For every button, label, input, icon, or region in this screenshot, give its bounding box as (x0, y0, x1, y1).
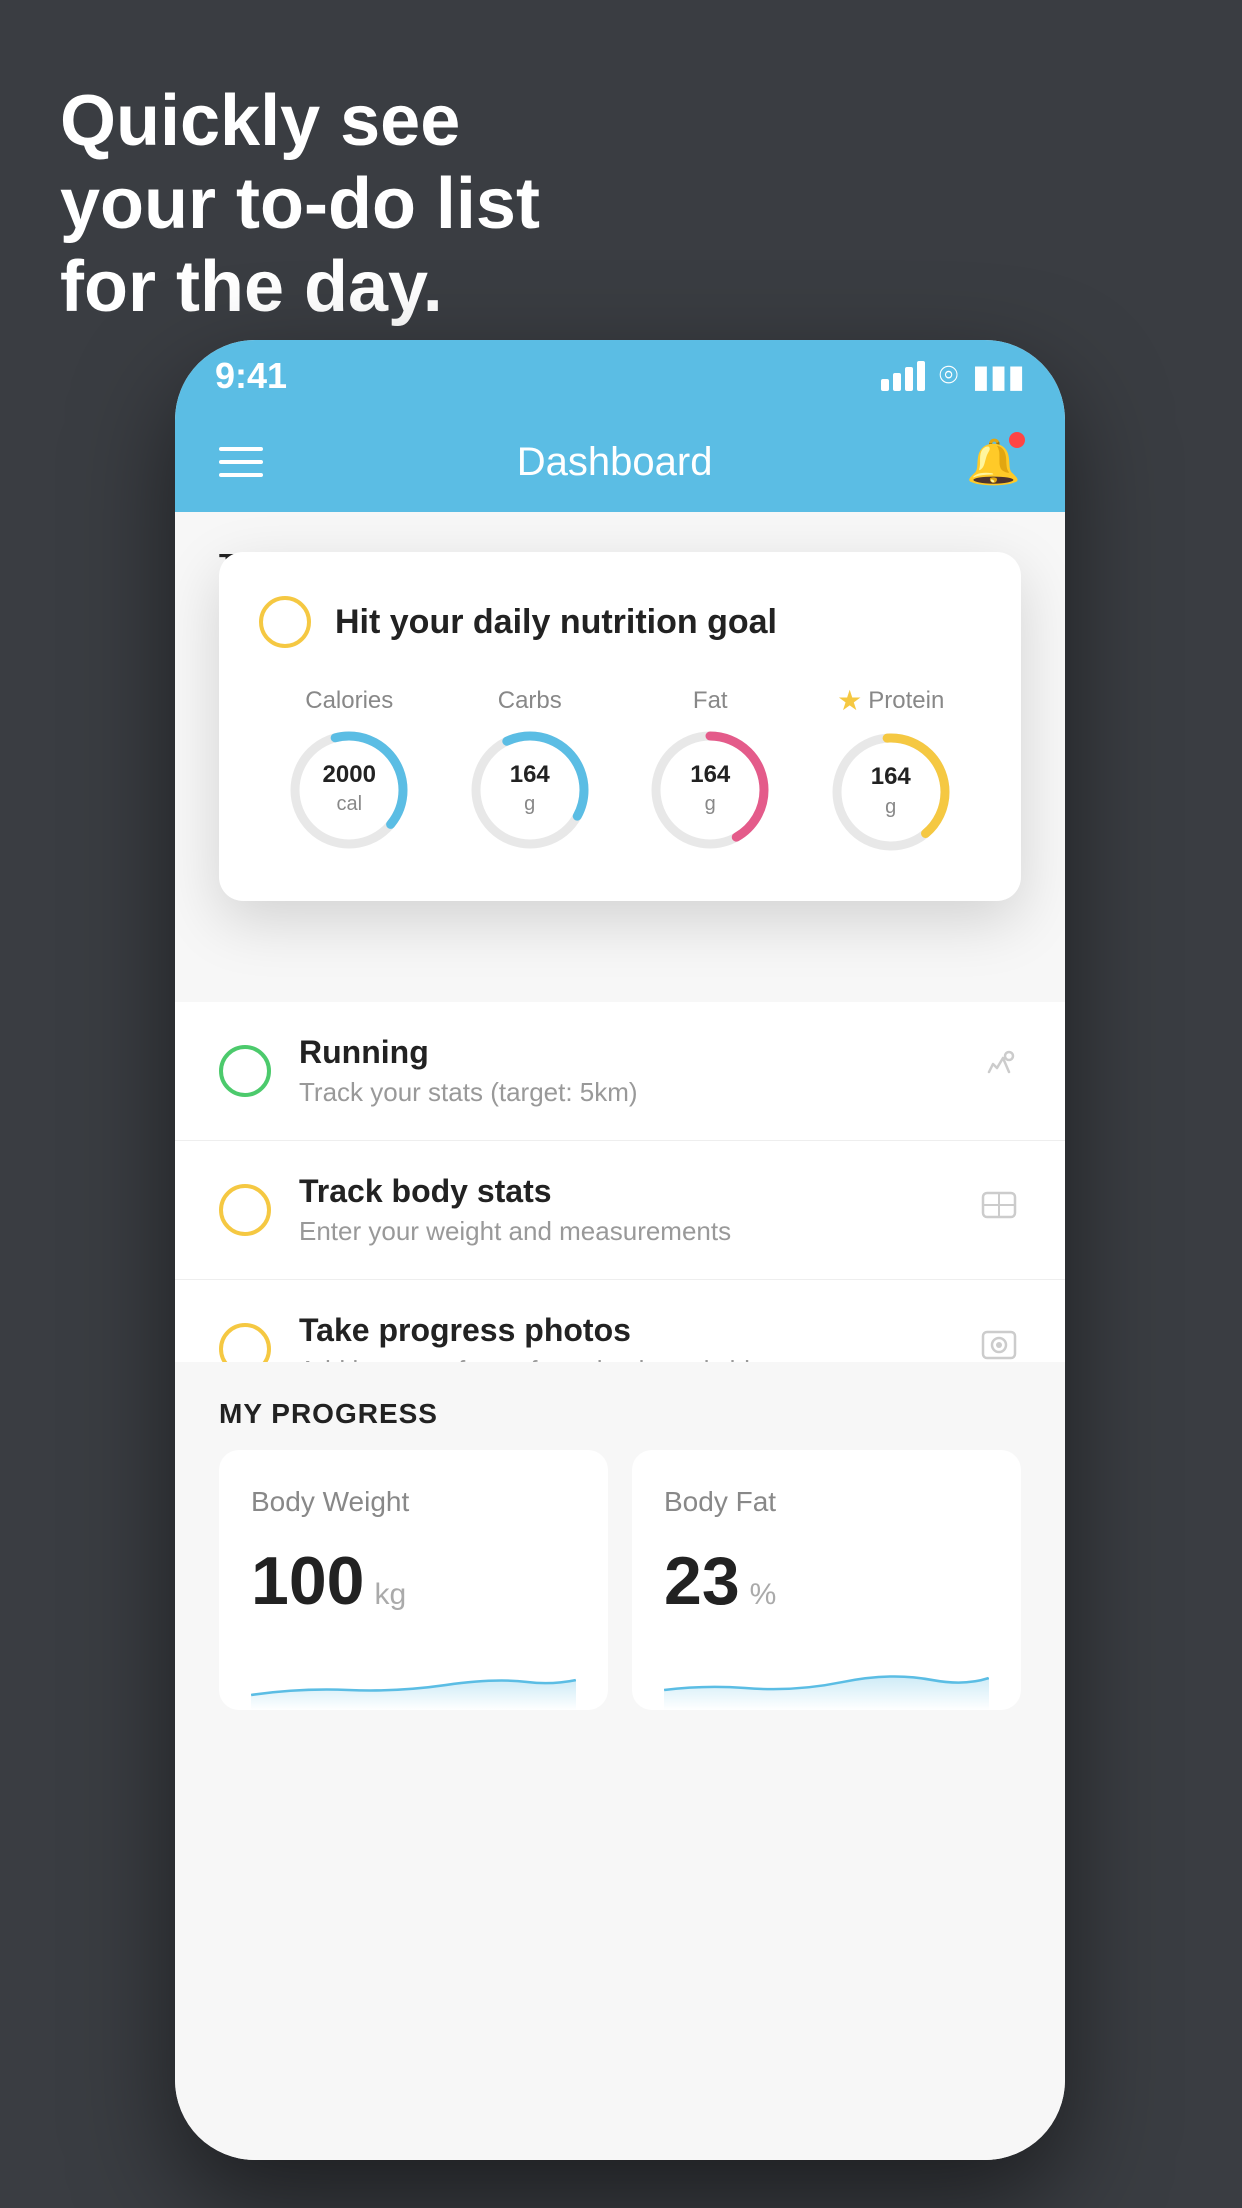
signal-icon (881, 361, 925, 391)
body-weight-card: Body Weight 100 kg (219, 1450, 608, 1710)
star-icon: ★ (837, 684, 862, 717)
body-fat-value-row: 23 % (664, 1542, 989, 1620)
status-icons: ⌾ ▮▮▮ (881, 357, 1025, 395)
body-fat-unit: % (750, 1578, 777, 1612)
headline-line2: your to-do list (60, 163, 540, 246)
scale-icon (977, 1183, 1021, 1238)
carbs-ring: 164g (465, 725, 595, 855)
body-weight-chart (251, 1650, 576, 1710)
body-weight-unit: kg (374, 1578, 406, 1612)
notification-dot (1009, 432, 1025, 448)
body-fat-card: Body Fat 23 % (632, 1450, 1021, 1710)
progress-section: MY PROGRESS Body Weight 100 kg (175, 1362, 1065, 1710)
nutrition-carbs: Carbs 164g (465, 687, 595, 855)
calories-label: Calories (305, 687, 393, 715)
running-title: Running (299, 1034, 949, 1071)
headline-line3: for the day. (60, 246, 540, 329)
fat-ring: 164g (645, 725, 775, 855)
wifi-icon: ⌾ (939, 357, 958, 395)
menu-icon[interactable] (219, 447, 263, 477)
body-fat-card-title: Body Fat (664, 1486, 989, 1518)
body-weight-card-title: Body Weight (251, 1486, 576, 1518)
app-header: Dashboard 🔔 (175, 412, 1065, 512)
fat-value: 164g (690, 761, 730, 819)
carbs-value: 164g (510, 761, 550, 819)
body-stats-title: Track body stats (299, 1173, 949, 1210)
fat-label: Fat (693, 687, 728, 715)
headline-line1: Quickly see (60, 80, 540, 163)
headline: Quickly see your to-do list for the day. (60, 80, 540, 328)
body-stats-subtitle: Enter your weight and measurements (299, 1216, 949, 1247)
header-title: Dashboard (517, 440, 713, 485)
nutrition-items-row: Calories 2000cal Carbs (259, 684, 981, 857)
app-content: THINGS TO DO TODAY Hit your daily nutrit… (175, 512, 1065, 2160)
body-weight-number: 100 (251, 1542, 364, 1620)
running-checkbox[interactable] (219, 1045, 271, 1097)
running-subtitle: Track your stats (target: 5km) (299, 1077, 949, 1108)
nutrition-checkbox[interactable] (259, 596, 311, 648)
carbs-label: Carbs (498, 687, 562, 715)
body-stats-checkbox[interactable] (219, 1184, 271, 1236)
todo-body-stats[interactable]: Track body stats Enter your weight and m… (175, 1141, 1065, 1280)
calories-ring: 2000cal (284, 725, 414, 855)
nutrition-fat: Fat 164g (645, 687, 775, 855)
nutrition-card-header: Hit your daily nutrition goal (259, 596, 981, 648)
protein-value: 164g (871, 763, 911, 821)
progress-section-label: MY PROGRESS (175, 1362, 1065, 1450)
body-fat-chart (664, 1650, 989, 1710)
body-fat-number: 23 (664, 1542, 740, 1620)
phone-frame: 9:41 ⌾ ▮▮▮ Dashboard 🔔 (175, 340, 1065, 2160)
running-text: Running Track your stats (target: 5km) (299, 1034, 949, 1108)
nutrition-card-title: Hit your daily nutrition goal (335, 603, 777, 642)
photos-title: Take progress photos (299, 1312, 949, 1349)
todo-running[interactable]: Running Track your stats (target: 5km) (175, 1002, 1065, 1141)
protein-label: Protein (868, 687, 944, 715)
body-stats-text: Track body stats Enter your weight and m… (299, 1173, 949, 1247)
progress-cards-row: Body Weight 100 kg (175, 1450, 1065, 1710)
calories-value: 2000cal (323, 761, 376, 819)
todo-list: Running Track your stats (target: 5km) T… (175, 1002, 1065, 1419)
battery-icon: ▮▮▮ (972, 357, 1025, 395)
nutrition-calories: Calories 2000cal (284, 687, 414, 855)
nutrition-card: Hit your daily nutrition goal Calories 2… (219, 552, 1021, 901)
protein-label-row: ★ Protein (837, 684, 944, 717)
status-bar: 9:41 ⌾ ▮▮▮ (175, 340, 1065, 412)
notification-bell-icon[interactable]: 🔔 (966, 436, 1021, 488)
running-icon (977, 1044, 1021, 1099)
phone-wrapper: 9:41 ⌾ ▮▮▮ Dashboard 🔔 (175, 340, 1065, 2160)
body-weight-value-row: 100 kg (251, 1542, 576, 1620)
protein-ring: 164g (826, 727, 956, 857)
status-time: 9:41 (215, 355, 287, 397)
nutrition-protein: ★ Protein 164g (826, 684, 956, 857)
